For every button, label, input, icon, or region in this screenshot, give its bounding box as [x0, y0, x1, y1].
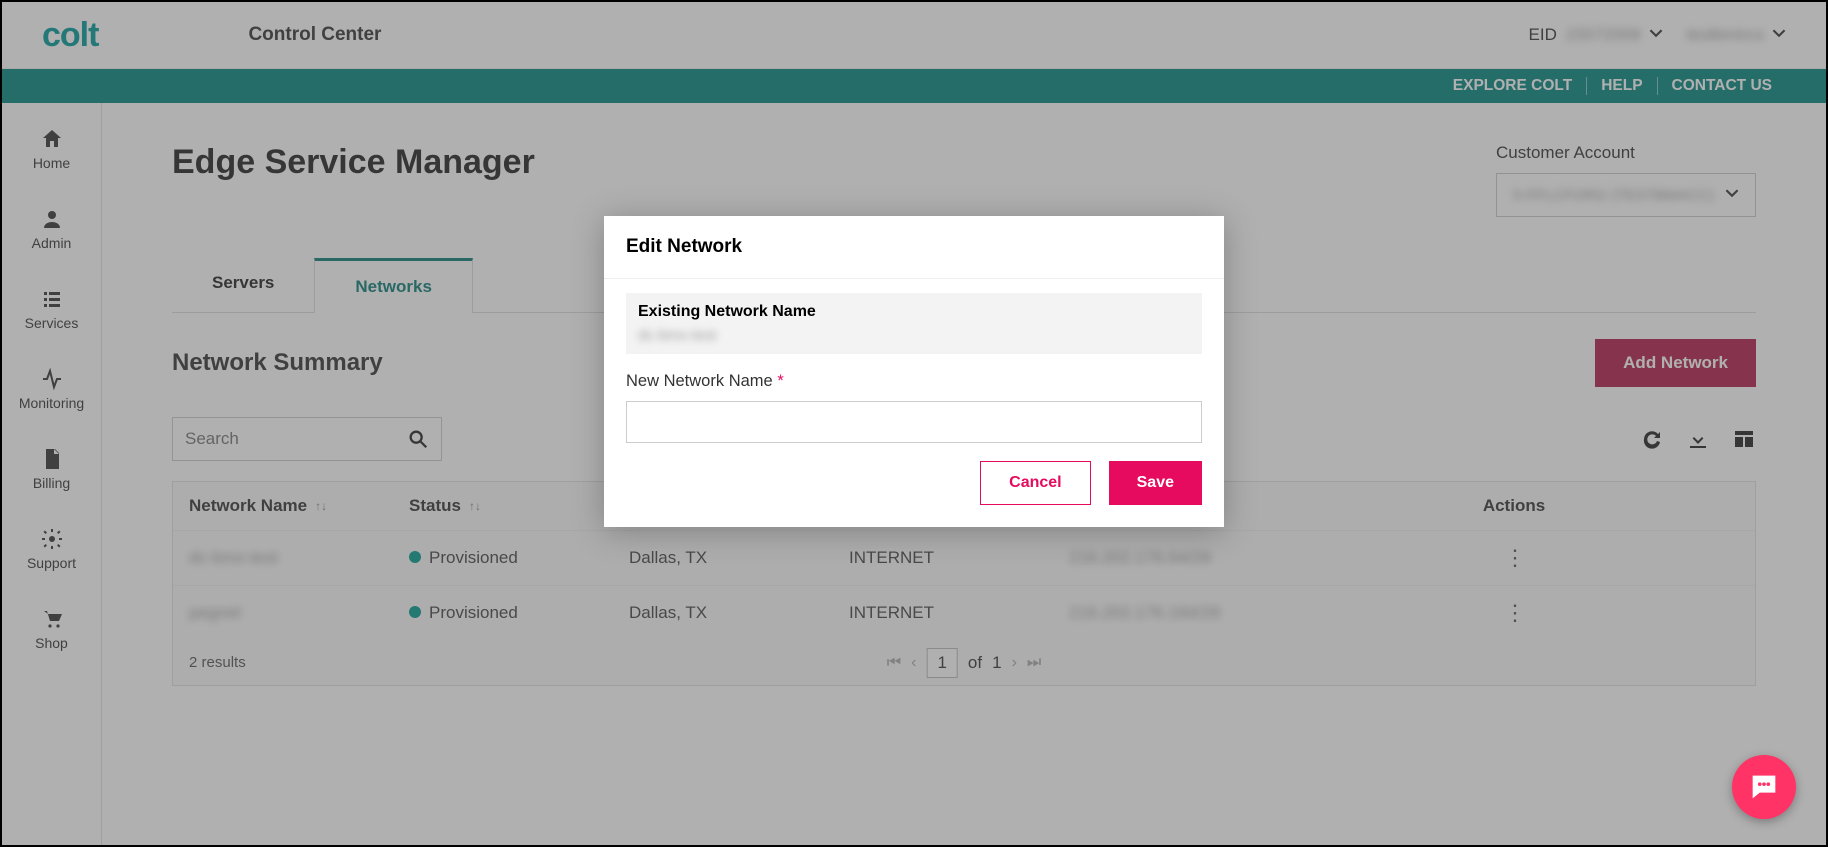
- edit-network-modal: Edit Network Existing Network Name dc-bm…: [604, 216, 1224, 527]
- existing-network-box: Existing Network Name dc-bmx-test: [626, 293, 1202, 354]
- required-indicator: *: [777, 372, 783, 390]
- new-network-input[interactable]: [626, 401, 1202, 443]
- cancel-button[interactable]: Cancel: [980, 461, 1090, 505]
- chat-icon: [1747, 770, 1781, 804]
- existing-network-value: dc-bmx-test: [638, 327, 1190, 344]
- save-button[interactable]: Save: [1109, 461, 1202, 505]
- chat-fab[interactable]: [1732, 755, 1796, 819]
- modal-overlay: Edit Network Existing Network Name dc-bm…: [2, 2, 1826, 845]
- new-network-label: New Network Name *: [626, 372, 1202, 391]
- existing-network-label: Existing Network Name: [638, 303, 1190, 321]
- modal-title: Edit Network: [604, 216, 1224, 279]
